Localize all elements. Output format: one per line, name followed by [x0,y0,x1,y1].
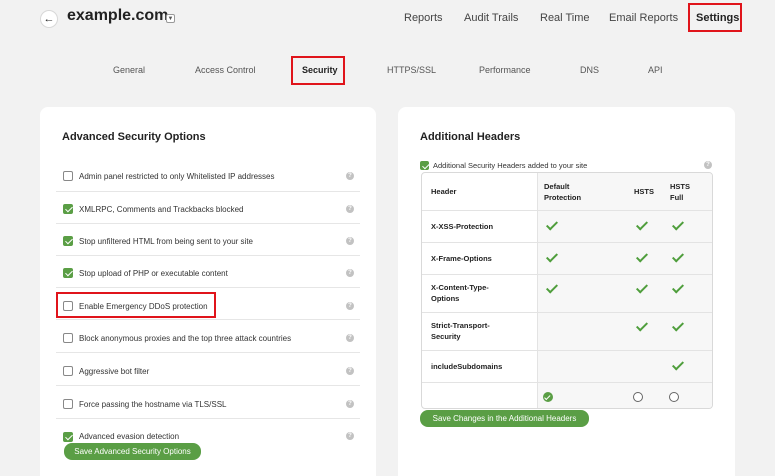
tab-access-control[interactable]: Access Control [195,65,256,75]
option-row: Block anonymous proxies and the top thre… [56,321,360,353]
header-name: Strict-Transport- Security [431,321,490,341]
option-checkbox[interactable] [63,171,73,181]
help-icon[interactable]: ? [346,205,354,213]
additional-headers-toggle: Additional Security Headers added to you… [420,160,714,172]
table-row: X-Content-Type- Options [422,275,712,313]
header-name: includeSubdomains [431,362,503,371]
option-checkbox[interactable] [63,399,73,409]
check-icon [635,319,649,332]
sub-nav: General Access Control Security HTTPS/SS… [0,65,775,77]
radio-default-protection[interactable] [543,392,553,402]
table-row: includeSubdomains [422,351,712,383]
option-checkbox[interactable] [63,268,73,278]
security-tab-highlight [291,56,345,85]
additional-headers-toggle-label: Additional Security Headers added to you… [433,161,588,170]
option-row: Stop upload of PHP or executable content… [56,256,360,288]
check-icon [671,250,685,263]
additional-headers-title: Additional Headers [420,131,521,143]
table-row: Strict-Transport- Security [422,313,712,351]
option-row: Force passing the hostname via TLS/SSL ? [56,387,360,419]
option-checkbox[interactable] [63,204,73,214]
nav-audit-trails[interactable]: Audit Trails [464,12,518,24]
tab-dns[interactable]: DNS [580,65,599,75]
table-row: X-Frame-Options [422,243,712,275]
tab-https-ssl[interactable]: HTTPS/SSL [387,65,436,75]
nav-real-time[interactable]: Real Time [540,12,590,24]
additional-headers-checkbox[interactable] [420,161,429,170]
table-header-row: Header Default Protection HSTS HSTS Full [422,173,712,211]
help-icon[interactable]: ? [346,269,354,277]
check-icon [671,319,685,332]
column-header-header: Header [431,187,457,196]
ddos-option-highlight [56,292,216,318]
help-icon[interactable]: ? [704,161,712,169]
radio-hsts-full[interactable] [669,392,679,402]
save-security-options-button[interactable]: Save Advanced Security Options [64,443,201,460]
tab-general[interactable]: General [113,65,145,75]
option-row: Admin panel restricted to only Whitelist… [56,160,360,192]
check-icon [635,281,649,294]
nav-email-reports[interactable]: Email Reports [609,12,678,24]
headers-table: Header Default Protection HSTS HSTS Full… [421,172,713,409]
save-additional-headers-button[interactable]: Save Changes in the Additional Headers [420,410,589,427]
option-label: Advanced evasion detection [79,432,180,441]
protection-selector-row [422,383,712,408]
settings-highlight [688,3,742,32]
option-label: Admin panel restricted to only Whitelist… [79,172,275,181]
column-header-hsts: HSTS [634,187,655,196]
nav-reports[interactable]: Reports [404,12,443,24]
security-options-title: Advanced Security Options [62,131,206,143]
option-label: Aggressive bot filter [79,367,150,376]
tab-performance[interactable]: Performance [479,65,531,75]
top-nav: Reports Audit Trails Real Time Email Rep… [0,12,775,26]
help-icon[interactable]: ? [346,367,354,375]
column-header-hsts-full: HSTS Full [670,182,691,202]
help-icon[interactable]: ? [346,172,354,180]
check-icon [545,250,559,263]
check-icon [671,358,685,371]
check-icon [545,281,559,294]
help-icon[interactable]: ? [346,432,354,440]
option-row: XMLRPC, Comments and Trackbacks blocked … [56,192,360,224]
option-checkbox[interactable] [63,366,73,376]
option-label: Block anonymous proxies and the top thre… [79,334,292,343]
header-name: X-Frame-Options [431,254,492,263]
option-label: Stop upload of PHP or executable content [79,269,228,278]
check-icon [545,218,559,231]
option-row: Aggressive bot filter ? [56,354,360,386]
option-checkbox[interactable] [63,333,73,343]
table-row: X-XSS-Protection [422,211,712,243]
header-name: X-Content-Type- Options [431,283,489,303]
column-header-default-protection: Default Protection [544,182,582,202]
help-icon[interactable]: ? [346,334,354,342]
check-icon [635,250,649,263]
radio-hsts[interactable] [633,392,643,402]
help-icon[interactable]: ? [346,302,354,310]
check-icon [671,218,685,231]
check-icon [671,281,685,294]
help-icon[interactable]: ? [346,237,354,245]
option-label: Force passing the hostname via TLS/SSL [79,400,227,409]
option-row: Stop unfiltered HTML from being sent to … [56,224,360,256]
header-name: X-XSS-Protection [431,222,494,231]
check-icon [635,218,649,231]
help-icon[interactable]: ? [346,400,354,408]
tab-api[interactable]: API [648,65,663,75]
option-checkbox[interactable] [63,236,73,246]
option-label: XMLRPC, Comments and Trackbacks blocked [79,205,244,214]
option-label: Stop unfiltered HTML from being sent to … [79,237,254,246]
option-checkbox[interactable] [63,432,73,442]
additional-headers-panel: Additional Headers Additional Security H… [398,107,735,476]
